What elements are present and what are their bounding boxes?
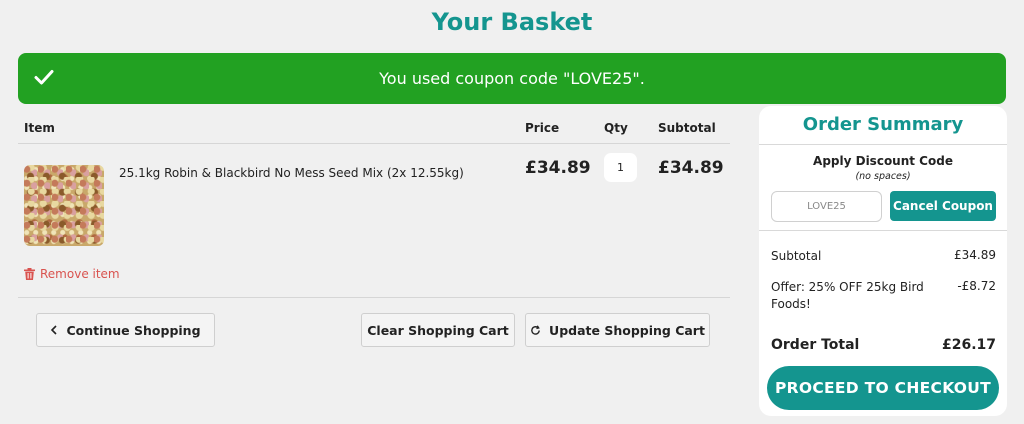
product-name-link[interactable]: 25.1kg Robin & Blackbird No Mess Seed Mi… bbox=[119, 166, 464, 180]
items-divider bbox=[18, 297, 730, 298]
coupon-code-input[interactable] bbox=[771, 191, 882, 222]
column-header-price: Price bbox=[525, 121, 560, 135]
item-price: £34.89 bbox=[525, 158, 591, 178]
column-header-item: Item bbox=[24, 121, 55, 135]
discount-code-hint: (no spaces) bbox=[855, 171, 911, 182]
subtotal-value: £34.89 bbox=[954, 248, 996, 262]
trash-icon bbox=[24, 268, 35, 280]
product-image[interactable] bbox=[24, 165, 104, 246]
order-summary-title: Order Summary bbox=[802, 114, 964, 135]
chevron-left-icon bbox=[51, 325, 58, 335]
order-total-label: Order Total bbox=[771, 337, 860, 353]
order-summary-panel: Order Summary Apply Discount Code (no sp… bbox=[759, 106, 1007, 416]
update-cart-button[interactable]: Update Shopping Cart bbox=[525, 313, 710, 347]
subtotal-row: Subtotal £34.89 bbox=[771, 248, 996, 265]
offer-row: Offer: 25% OFF 25kg Bird Foods! -£8.72 bbox=[771, 279, 996, 313]
header-divider bbox=[18, 143, 730, 144]
clear-cart-button[interactable]: Clear Shopping Cart bbox=[361, 313, 515, 347]
continue-shopping-button[interactable]: Continue Shopping bbox=[36, 313, 215, 347]
subtotal-label: Subtotal bbox=[771, 249, 822, 263]
clear-cart-label: Clear Shopping Cart bbox=[367, 322, 509, 338]
column-header-subtotal: Subtotal bbox=[658, 121, 716, 135]
alert-message: You used coupon code "LOVE25". bbox=[379, 69, 645, 88]
update-cart-label: Update Shopping Cart bbox=[549, 322, 705, 338]
column-header-qty: Qty bbox=[604, 121, 628, 135]
offer-value: -£8.72 bbox=[957, 279, 996, 293]
remove-item-button[interactable]: Remove item bbox=[24, 267, 120, 281]
item-subtotal: £34.89 bbox=[658, 158, 724, 178]
remove-item-label: Remove item bbox=[40, 267, 120, 281]
order-total-value: £26.17 bbox=[941, 337, 996, 353]
checkmark-icon bbox=[34, 70, 54, 85]
page-title: Your Basket bbox=[431, 8, 593, 36]
order-total-row: Order Total £26.17 bbox=[771, 337, 996, 353]
continue-shopping-label: Continue Shopping bbox=[66, 322, 201, 338]
refresh-icon bbox=[531, 324, 540, 335]
discount-divider bbox=[759, 230, 1007, 231]
proceed-to-checkout-button[interactable]: PROCEED TO CHECKOUT bbox=[767, 366, 999, 410]
discount-code-title: Apply Discount Code bbox=[813, 154, 953, 168]
quantity-input[interactable]: 1 bbox=[604, 153, 637, 182]
cancel-coupon-button[interactable]: Cancel Coupon bbox=[890, 191, 996, 221]
coupon-success-alert: You used coupon code "LOVE25". bbox=[18, 53, 1006, 104]
offer-label: Offer: 25% OFF 25kg Bird Foods! bbox=[771, 280, 924, 311]
summary-divider bbox=[759, 144, 1007, 145]
